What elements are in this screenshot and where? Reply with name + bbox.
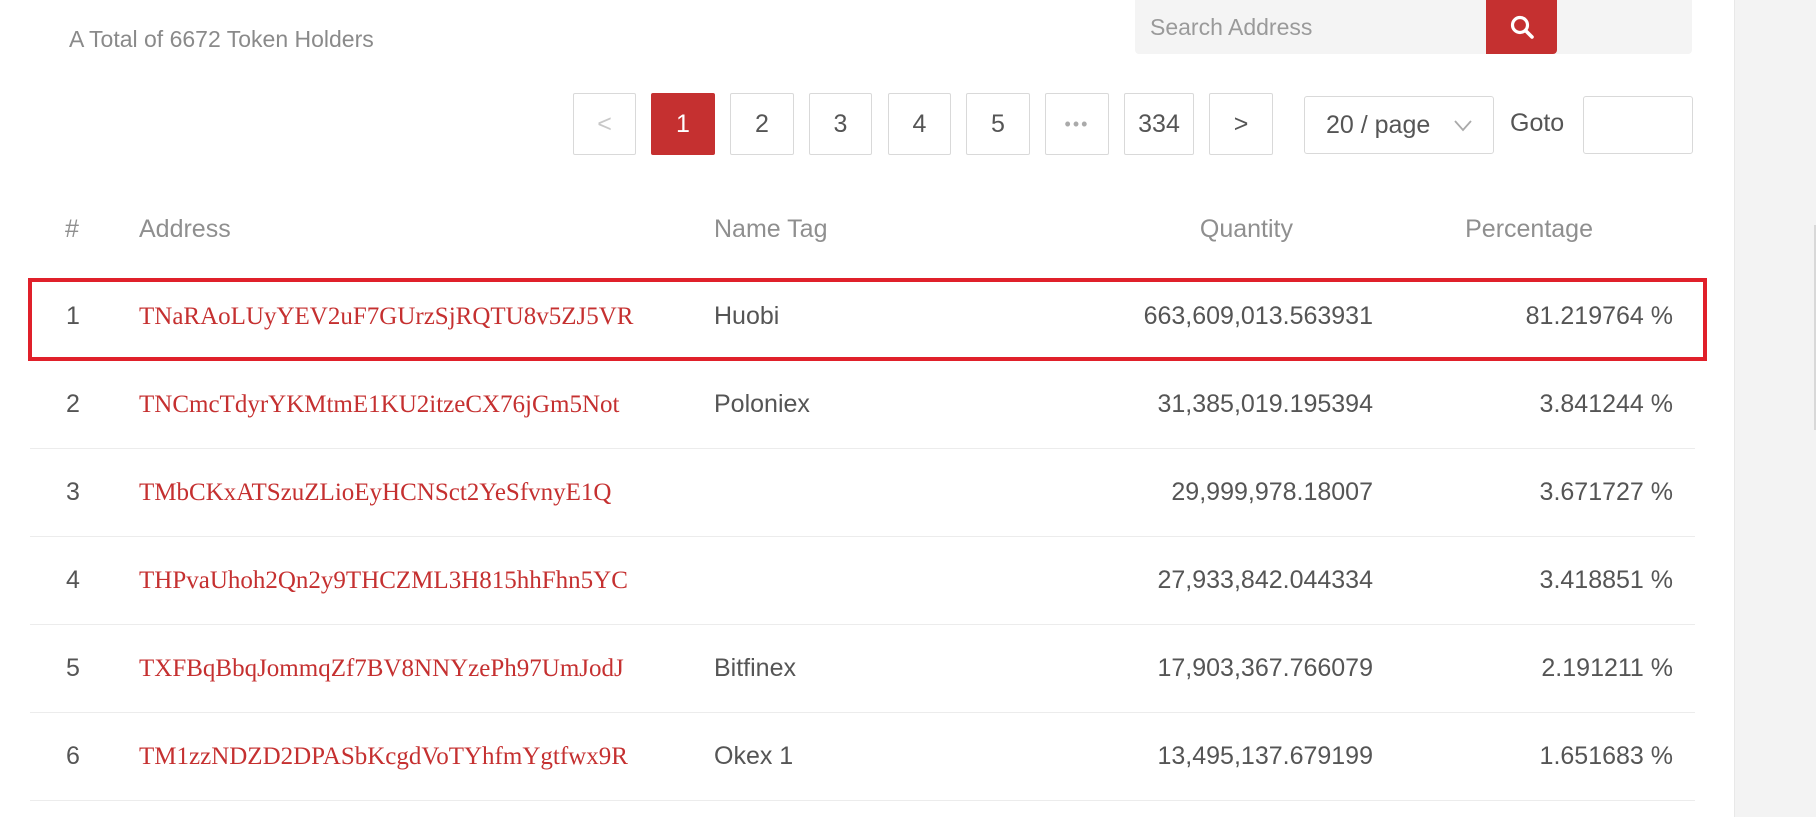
next-page-button[interactable]: >	[1209, 93, 1273, 155]
holder-address-link[interactable]: TXFBqBbqJommqZf7BV8NNYzePh97UmJodJ	[139, 625, 624, 712]
search-icon	[1510, 15, 1534, 39]
column-header-index: #	[65, 215, 79, 243]
row-index: 5	[66, 654, 80, 682]
page-1-button[interactable]: 1	[651, 93, 715, 155]
name-tag: Poloniex	[714, 390, 810, 418]
row-index: 3	[66, 478, 80, 506]
prev-page-button[interactable]: <	[573, 93, 636, 155]
table-row: 2 TNCmcTdyrYKMtmE1KU2itzeCX76jGm5Not Pol…	[30, 361, 1695, 449]
row-index: 1	[66, 302, 80, 330]
percentage-value: 1.651683 %	[1539, 742, 1673, 770]
page-334-button[interactable]: 334	[1124, 93, 1194, 155]
name-tag: Okex 1	[714, 742, 794, 770]
page-size-value: 20 / page	[1326, 110, 1431, 139]
column-header-percentage: Percentage	[1465, 215, 1593, 243]
holder-address-link[interactable]: TMbCKxATSzuZLioEyHCNSct2YeSfvnyE1Q	[139, 449, 611, 536]
table-row: 4 THPvaUhoh2Qn2y9THCZML3H815hhFhn5YC 27,…	[30, 537, 1695, 625]
page-right-margin	[1734, 0, 1816, 817]
search-button[interactable]	[1486, 0, 1557, 54]
row-index: 4	[66, 566, 80, 594]
name-tag: Bitfinex	[714, 654, 796, 682]
holder-address-link[interactable]: TNCmcTdyrYKMtmE1KU2itzeCX76jGm5Not	[139, 361, 620, 448]
search-bar	[1135, 0, 1692, 54]
token-holders-panel: A Total of 6672 Token Holders < 1 2 3 4 …	[0, 0, 1734, 817]
column-header-name-tag: Name Tag	[714, 215, 828, 243]
percentage-value: 3.418851 %	[1539, 566, 1673, 594]
page-size-select[interactable]: 20 / page	[1304, 96, 1494, 154]
holder-address-link[interactable]: THPvaUhoh2Qn2y9THCZML3H815hhFhn5YC	[139, 537, 628, 624]
page-3-button[interactable]: 3	[809, 93, 872, 155]
page-5-button[interactable]: 5	[966, 93, 1030, 155]
chevron-down-icon	[1454, 120, 1472, 132]
row-index: 6	[66, 742, 80, 770]
quantity-value: 27,933,842.044334	[1157, 566, 1374, 594]
quantity-value: 17,903,367.766079	[1157, 654, 1374, 682]
name-tag: Huobi	[714, 302, 780, 330]
quantity-value: 13,495,137.679199	[1157, 742, 1374, 770]
column-header-address: Address	[139, 215, 231, 243]
quantity-value: 663,609,013.563931	[1143, 302, 1373, 330]
table-row: 3 TMbCKxATSzuZLioEyHCNSct2YeSfvnyE1Q 29,…	[30, 449, 1695, 537]
quantity-value: 29,999,978.18007	[1171, 478, 1373, 506]
goto-label: Goto	[1510, 109, 1565, 137]
table-row: 1 TNaRAoLUyYEV2uF7GUrzSjRQTU8v5ZJ5VR Huo…	[30, 273, 1695, 361]
column-header-quantity: Quantity	[1199, 215, 1293, 243]
percentage-value: 81.219764 %	[1525, 302, 1673, 330]
goto-page-input[interactable]	[1583, 96, 1693, 154]
percentage-value: 3.671727 %	[1539, 478, 1673, 506]
percentage-value: 3.841244 %	[1539, 390, 1673, 418]
table-row: 6 TM1zzNDZD2DPASbKcgdVoTYhfmYgtfwx9R Oke…	[30, 713, 1695, 801]
more-pages-ellipsis[interactable]: •••	[1045, 93, 1109, 155]
row-index: 2	[66, 390, 80, 418]
holder-address-link[interactable]: TM1zzNDZD2DPASbKcgdVoTYhfmYgtfwx9R	[139, 713, 628, 800]
total-holders-text: A Total of 6672 Token Holders	[69, 26, 374, 52]
percentage-value: 2.191211 %	[1541, 654, 1673, 682]
holder-address-link[interactable]: TNaRAoLUyYEV2uF7GUrzSjRQTU8v5ZJ5VR	[139, 273, 633, 360]
page: A Total of 6672 Token Holders < 1 2 3 4 …	[0, 0, 1816, 817]
quantity-value: 31,385,019.195394	[1157, 390, 1374, 418]
page-2-button[interactable]: 2	[730, 93, 794, 155]
table-row: 5 TXFBqBbqJommqZf7BV8NNYzePh97UmJodJ Bit…	[30, 625, 1695, 713]
page-4-button[interactable]: 4	[888, 93, 951, 155]
